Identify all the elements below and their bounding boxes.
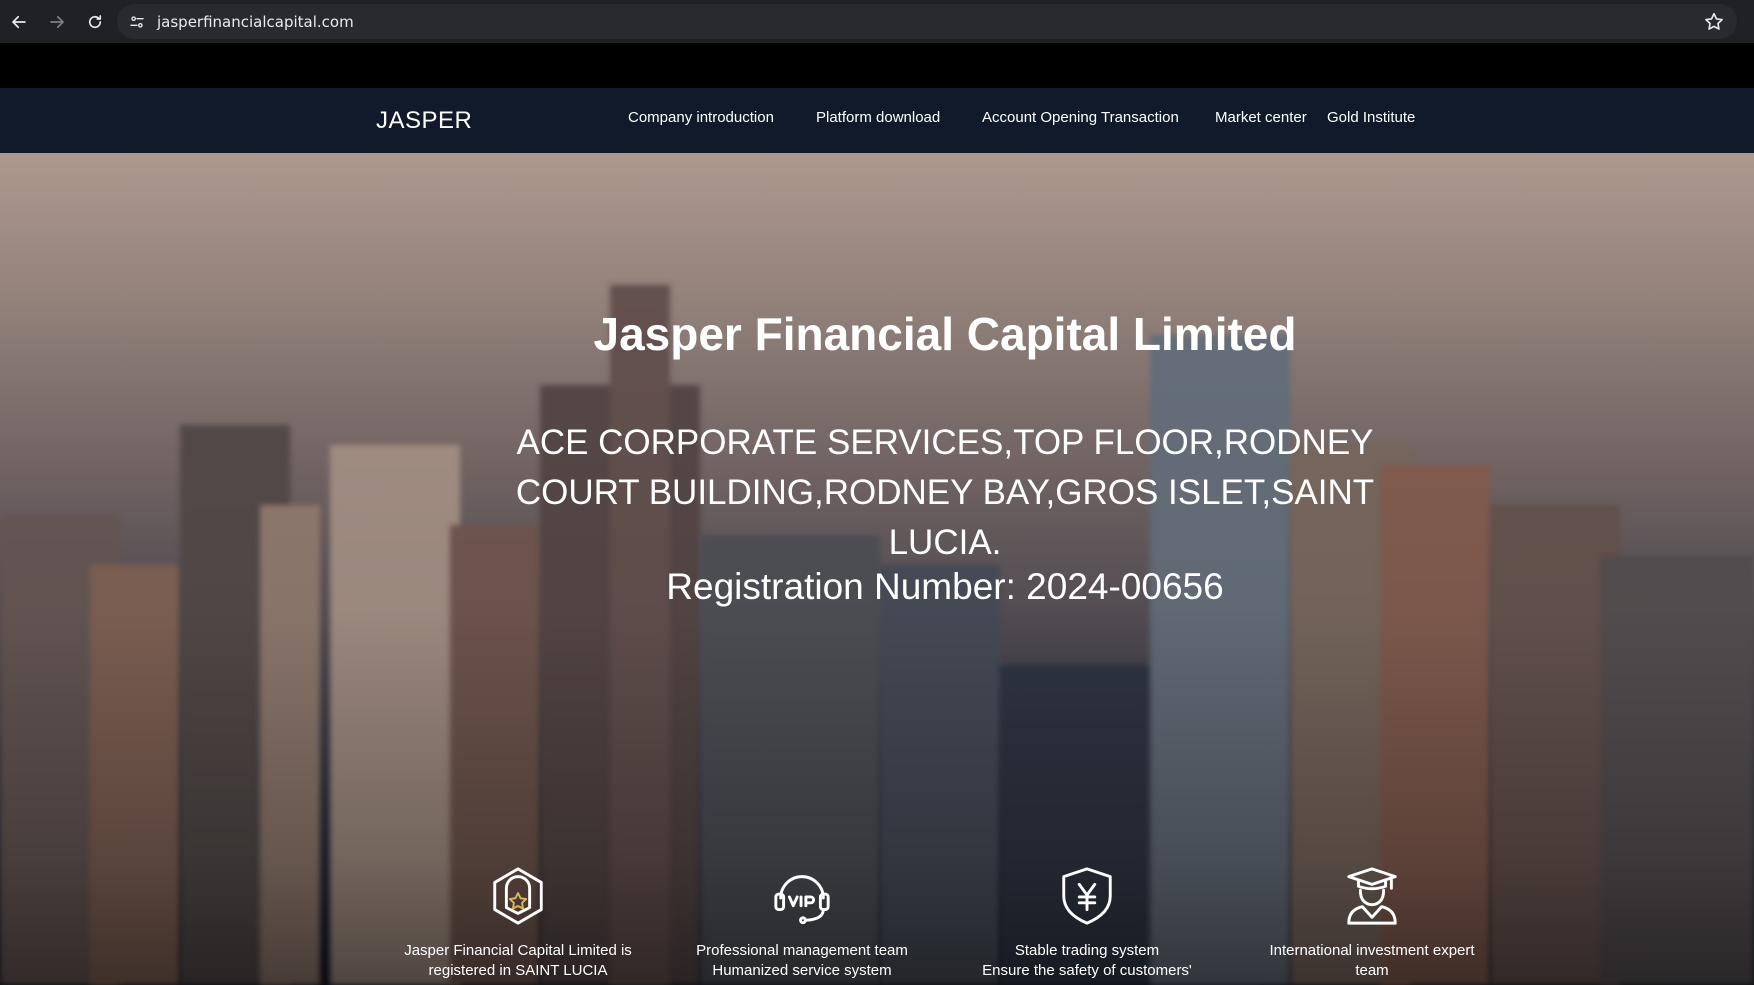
back-arrow-icon <box>12 15 26 28</box>
forward-button[interactable] <box>38 3 76 41</box>
feature-management-line2: Humanized service system <box>712 962 892 979</box>
site-logo[interactable]: JASPER <box>376 107 472 135</box>
shield-yen-icon <box>1062 867 1112 925</box>
back-button[interactable] <box>0 3 38 41</box>
reload-button[interactable] <box>76 3 114 41</box>
feature-registered-line1: Jasper Financial Capital Limited is <box>404 942 632 959</box>
hero-title: Jasper Financial Capital Limited <box>593 308 1297 360</box>
forward-arrow-icon <box>50 15 64 28</box>
url-text[interactable]: jasperfinancialcapital.com <box>157 13 354 31</box>
address-bar[interactable]: jasperfinancialcapital.com <box>117 4 1737 39</box>
feature-trading-system: Stable trading system Ensure the safety … <box>957 865 1217 981</box>
top-strip <box>0 43 1754 88</box>
reload-icon <box>88 14 102 28</box>
badge-star-icon <box>493 867 543 925</box>
bookmark-star-icon[interactable] <box>1703 11 1725 33</box>
feature-management-line1: Professional management team <box>696 942 908 959</box>
nav-platform-download[interactable]: Platform download <box>816 109 940 126</box>
feature-trading-line1: Stable trading system <box>1014 942 1160 959</box>
nav-account-opening[interactable]: Account Opening Transaction <box>982 109 1179 126</box>
feature-expert-team: International investment expert team <box>1242 865 1502 981</box>
nav-company-introduction[interactable]: Company introduction <box>628 109 774 126</box>
site-info-icon <box>130 15 144 28</box>
feature-trading-line2: Ensure the safety of customers' <box>982 962 1192 979</box>
vip-headset-icon <box>774 875 830 925</box>
browser-toolbar: jasperfinancialcapital.com <box>0 0 1754 43</box>
feature-registered-line2: registered in SAINT LUCIA <box>428 962 608 979</box>
site-info-button[interactable] <box>125 10 149 34</box>
nav-market-center[interactable]: Market center <box>1215 109 1307 126</box>
graduate-icon <box>1347 867 1397 925</box>
feature-registered: Jasper Financial Capital Limited is regi… <box>388 865 648 981</box>
feature-expert-line1: International investment expert <box>1269 942 1475 959</box>
hero-address: ACE CORPORATE SERVICES,TOP FLOOR,RODNEY … <box>515 423 1375 562</box>
nav-gold-institute[interactable]: Gold Institute <box>1327 109 1415 126</box>
hero-registration-number: Registration Number: 2024-00656 <box>666 566 1224 607</box>
site-header: JASPER Company introduction Platform dow… <box>0 88 1754 153</box>
feature-expert-line2: team <box>1355 962 1389 979</box>
feature-management: Professional management team Humanized s… <box>672 865 932 981</box>
hero-section: Jasper Financial Capital Limited ACE COR… <box>0 153 1754 985</box>
